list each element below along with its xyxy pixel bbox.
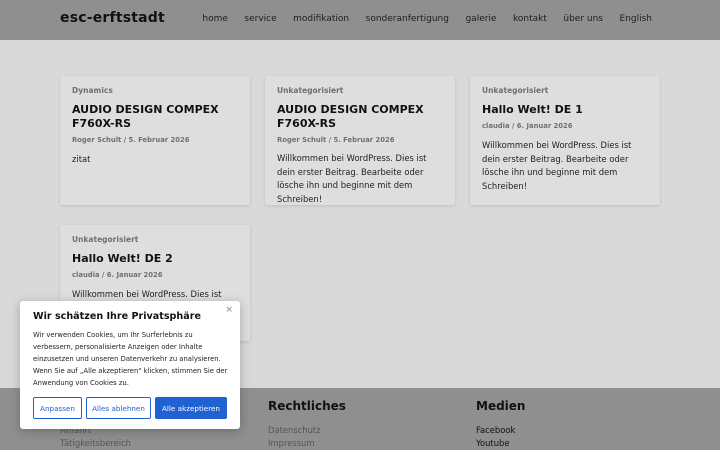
nav-item-ueber-uns[interactable]: über uns	[563, 14, 603, 24]
nav-item-modifikation[interactable]: modifikation	[293, 14, 349, 24]
cookie-title: Wir schätzen Ihre Privatsphäre	[33, 311, 201, 322]
cookie-text: Wir verwenden Cookies, um Ihr Surferlebn…	[33, 331, 228, 387]
nav-item-sonderanfertigung[interactable]: sonderanfertigung	[366, 14, 449, 24]
nav-item-kontakt[interactable]: kontakt	[513, 14, 547, 24]
nav-item-english[interactable]: English	[620, 14, 653, 24]
post-title[interactable]: AUDIO DESIGN COMPEX F760X-RS	[277, 103, 447, 131]
post-title[interactable]: Hallo Welt! DE 2	[72, 252, 242, 266]
close-icon[interactable]: ×	[225, 305, 233, 315]
footer-link-taetigkeitsbereich[interactable]: Tätigkeitsbereich	[60, 438, 131, 448]
reject-all-button[interactable]: Alles ablehnen	[86, 397, 151, 419]
footer-link-impressum[interactable]: Impressum	[268, 438, 315, 448]
post-meta: claudia / 6. Januar 2026	[482, 122, 573, 130]
post-card: Unkategorisiert Hallo Welt! DE 1 claudia…	[470, 76, 660, 205]
accept-all-button[interactable]: Alle akzeptieren	[155, 397, 227, 419]
post-category[interactable]: Dynamics	[72, 86, 113, 95]
footer-link-youtube[interactable]: Youtube	[476, 438, 510, 448]
footer-link-facebook[interactable]: Facebook	[476, 425, 515, 435]
post-card: Dynamics AUDIO DESIGN COMPEX F760X-RS Ro…	[60, 76, 250, 205]
post-category[interactable]: Unkategorisiert	[72, 235, 138, 244]
post-category[interactable]: Unkategorisiert	[277, 86, 343, 95]
nav-item-service[interactable]: service	[244, 14, 276, 24]
post-meta: Roger Schult / 5. Februar 2026	[277, 136, 395, 144]
cookie-consent-dialog: × Wir schätzen Ihre Privatsphäre Wir ver…	[20, 301, 240, 429]
post-category[interactable]: Unkategorisiert	[482, 86, 548, 95]
post-meta: claudia / 6. Januar 2026	[72, 271, 163, 279]
nav-item-home[interactable]: home	[202, 14, 228, 24]
post-excerpt: Willkommen bei WordPress. Dies ist dein …	[482, 140, 632, 191]
post-title[interactable]: AUDIO DESIGN COMPEX F760X-RS	[72, 103, 242, 131]
customize-button[interactable]: Anpassen	[33, 397, 82, 419]
footer-heading-medien: Medien	[476, 399, 526, 413]
post-card: Unkategorisiert AUDIO DESIGN COMPEX F760…	[265, 76, 455, 205]
footer-heading-rechtliches: Rechtliches	[268, 399, 346, 413]
main-nav: home service modifikation sonderanfertig…	[186, 14, 652, 24]
site-logo[interactable]: esc-erftstadt	[60, 10, 165, 26]
post-excerpt: zitat	[72, 154, 91, 164]
footer-link-datenschutz[interactable]: Datenschutz	[268, 425, 321, 435]
nav-item-galerie[interactable]: galerie	[465, 14, 496, 24]
post-meta: Roger Schult / 5. Februar 2026	[72, 136, 190, 144]
site-header: esc-erftstadt home service modifikation …	[0, 0, 720, 40]
post-excerpt: Willkommen bei WordPress. Dies ist dein …	[277, 153, 427, 204]
post-title[interactable]: Hallo Welt! DE 1	[482, 103, 652, 117]
